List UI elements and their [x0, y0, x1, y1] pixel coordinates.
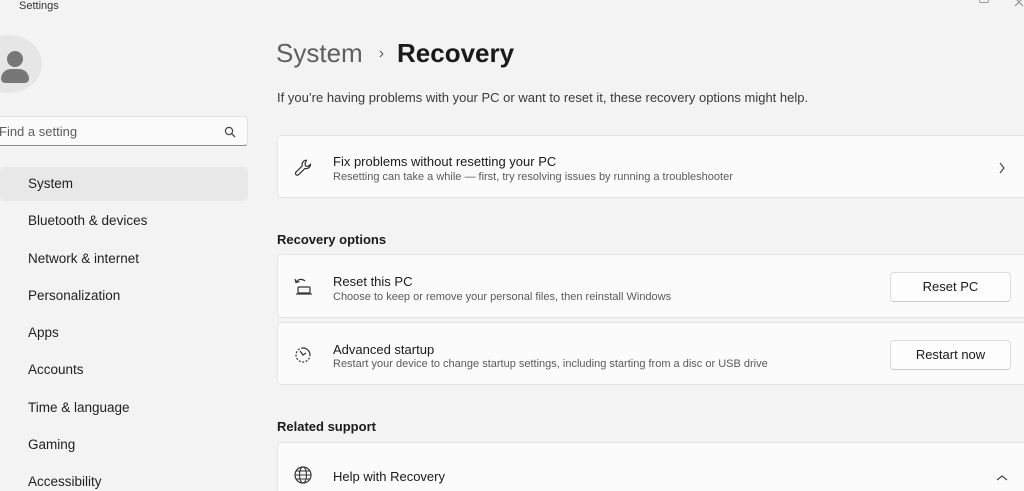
sidebar-item-accessibility[interactable]: Accessibility — [0, 465, 248, 491]
maximize-icon[interactable] — [979, 0, 989, 3]
recovery-options-heading: Recovery options — [277, 232, 387, 247]
reset-pc-subtitle: Choose to keep or remove your personal f… — [333, 291, 672, 303]
user-icon — [7, 51, 23, 67]
avatar[interactable] — [0, 35, 42, 93]
sidebar-item-accounts[interactable]: Accounts — [0, 353, 248, 387]
search-input[interactable] — [0, 117, 220, 145]
sidebar-nav: System Bluetooth & devices Network & int… — [0, 167, 248, 491]
chevron-up-icon[interactable] — [996, 469, 1008, 487]
reset-pc-card: Reset this PC Choose to keep or remove y… — [277, 254, 1024, 318]
globe-icon — [293, 465, 313, 490]
reset-pc-icon — [293, 278, 313, 301]
sidebar-item-personalization[interactable]: Personalization — [0, 279, 248, 313]
close-icon[interactable] — [1014, 0, 1024, 7]
sidebar-item-time-language[interactable]: Time & language — [0, 391, 248, 425]
wrench-icon — [293, 158, 313, 183]
search-box[interactable] — [0, 116, 248, 146]
fix-problems-subtitle: Resetting can take a while — first, try … — [333, 171, 733, 183]
help-with-recovery-card[interactable]: Help with Recovery — [277, 442, 1024, 491]
breadcrumb-parent-link[interactable]: System — [276, 38, 363, 68]
sidebar-item-network-internet[interactable]: Network & internet — [0, 242, 248, 276]
fix-problems-card[interactable]: Fix problems without resetting your PC R… — [277, 135, 1024, 198]
window-title: Settings — [19, 0, 59, 12]
advanced-startup-title: Advanced startup — [333, 342, 435, 357]
help-with-recovery-title: Help with Recovery — [333, 469, 445, 484]
sidebar-item-gaming[interactable]: Gaming — [0, 428, 248, 462]
reset-pc-button[interactable]: Reset PC — [890, 272, 1011, 302]
sidebar-item-bluetooth-devices[interactable]: Bluetooth & devices — [0, 204, 248, 238]
breadcrumb-separator-icon: › — [378, 45, 385, 62]
related-support-heading: Related support — [277, 419, 376, 434]
reset-pc-title: Reset this PC — [333, 274, 413, 289]
advanced-startup-card: Advanced startup Restart your device to … — [277, 322, 1024, 385]
sidebar-item-system[interactable]: System — [0, 167, 248, 201]
advanced-startup-icon — [293, 345, 313, 370]
sidebar-item-apps[interactable]: Apps — [0, 316, 248, 350]
page-title: Recovery — [397, 38, 515, 68]
search-icon[interactable] — [224, 125, 236, 143]
chevron-right-icon — [998, 161, 1006, 179]
fix-problems-title: Fix problems without resetting your PC — [333, 154, 557, 169]
intro-text: If you’re having problems with your PC o… — [277, 90, 809, 105]
advanced-startup-subtitle: Restart your device to change startup se… — [333, 358, 768, 370]
breadcrumb: System › Recovery — [276, 36, 514, 75]
restart-now-button[interactable]: Restart now — [890, 340, 1011, 370]
